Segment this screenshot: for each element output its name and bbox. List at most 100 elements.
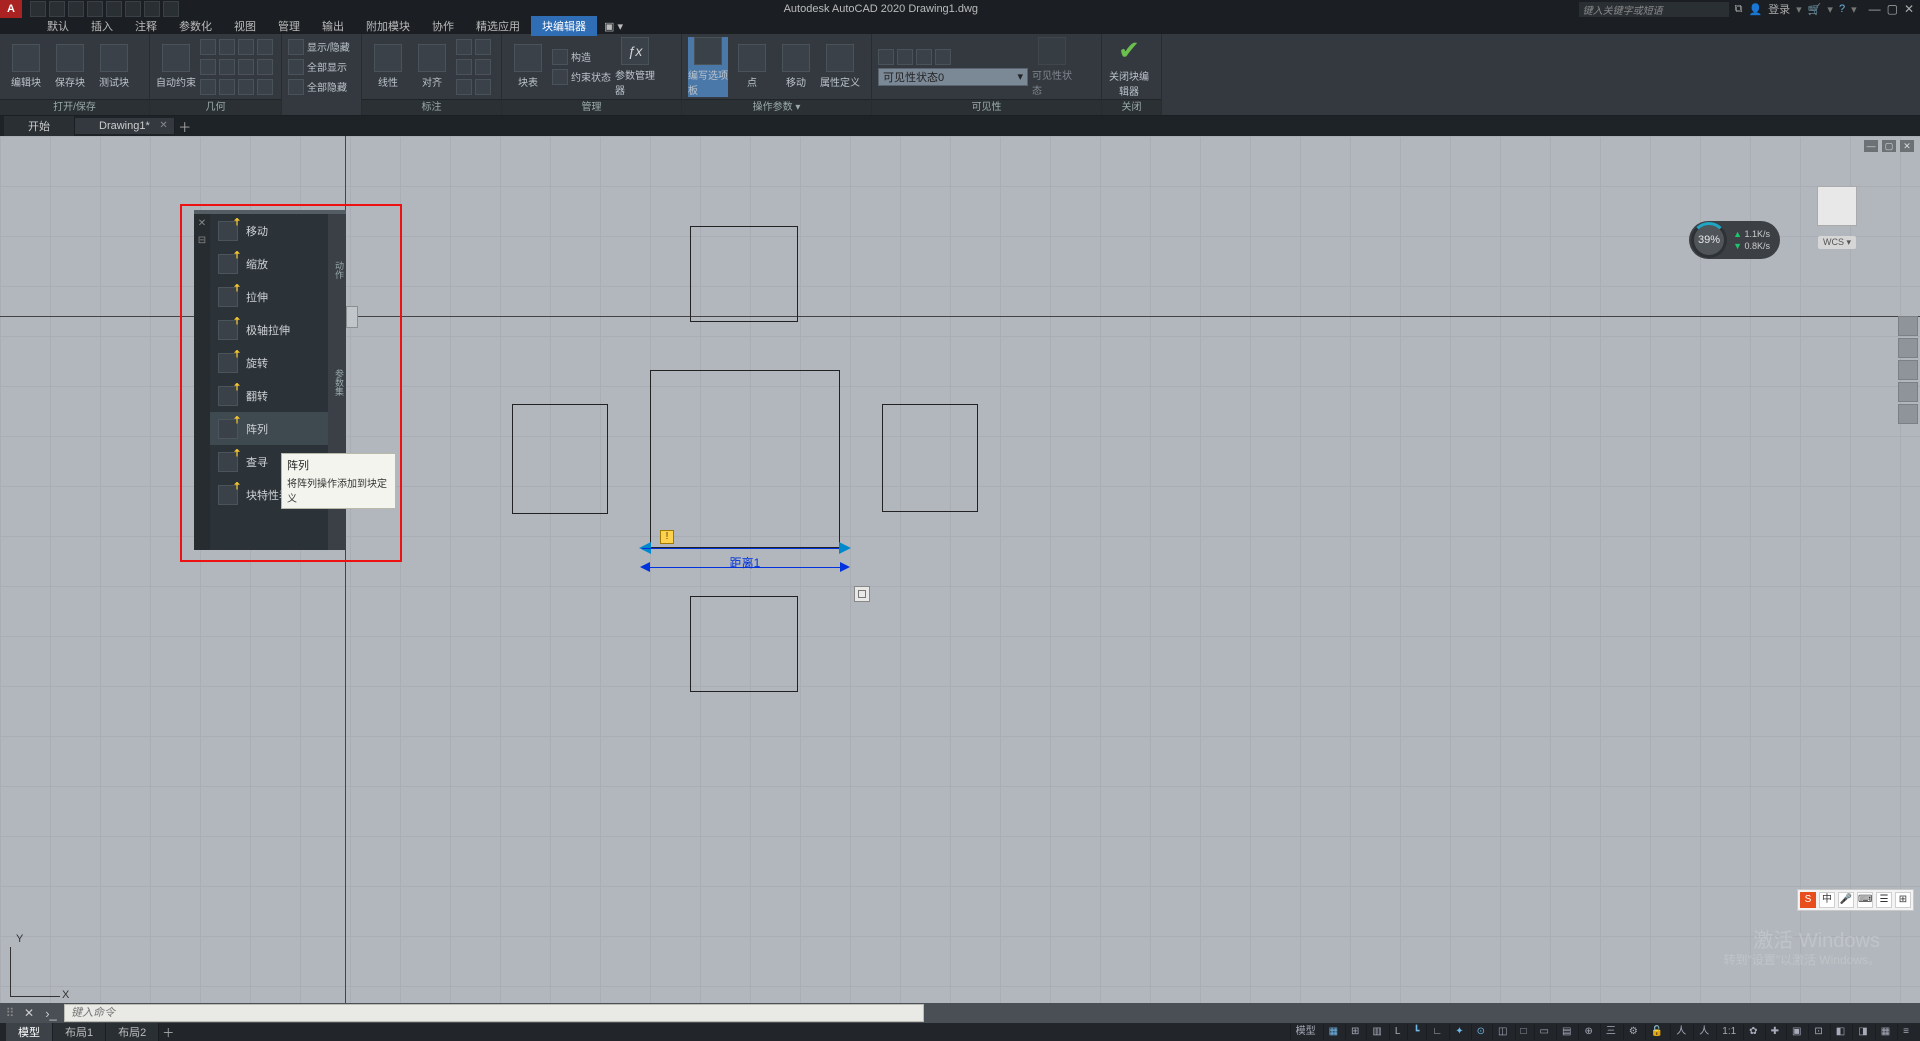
sb-scale[interactable]: 1:1 [1716, 1024, 1741, 1040]
palette-item-array[interactable]: 阵列 [210, 412, 328, 445]
sb-custom-icon[interactable]: ≡ [1897, 1024, 1914, 1040]
tab-express[interactable]: 精选应用 [465, 16, 531, 36]
vp-close-icon[interactable]: ✕ [1900, 140, 1914, 152]
tab-block-editor[interactable]: 块编辑器 [531, 16, 597, 36]
add-layout-icon[interactable]: ＋ [159, 1024, 177, 1041]
qat-plot-icon[interactable] [106, 1, 122, 17]
hide-all-button[interactable]: 全部隐藏 [288, 78, 350, 96]
dimension-text[interactable]: 距离1 [730, 554, 761, 571]
dim-f-icon[interactable] [475, 79, 491, 95]
tab-annotate[interactable]: 注释 [124, 16, 168, 36]
vis-a-icon[interactable] [878, 49, 894, 65]
constraint-icon[interactable] [200, 59, 216, 75]
aligned-dim-button[interactable]: 对齐 [412, 37, 452, 97]
constraint-icon[interactable] [200, 79, 216, 95]
tab-output[interactable]: 输出 [311, 16, 355, 36]
sb-anno-icon[interactable]: 人 [1670, 1024, 1691, 1040]
sb-infer-icon[interactable]: ▥ [1366, 1024, 1386, 1040]
tab-addins[interactable]: 附加模块 [355, 16, 421, 36]
tab-parametric[interactable]: 参数化 [168, 16, 223, 36]
ime-logo-icon[interactable]: S [1800, 892, 1816, 908]
wcs-dropdown[interactable]: WCS ▾ [1818, 236, 1856, 249]
tab-manage[interactable]: 管理 [267, 16, 311, 36]
construct-button[interactable]: 构造 [552, 48, 611, 66]
palette-expand-grip[interactable] [346, 306, 358, 328]
tab-default[interactable]: 默认 [36, 16, 80, 36]
constraint-icon[interactable] [257, 79, 273, 95]
vis-d-icon[interactable] [935, 49, 951, 65]
viewcube-face[interactable] [1817, 186, 1857, 226]
vis-c-icon[interactable] [916, 49, 932, 65]
cmdline-close-icon[interactable]: ✕ [20, 1006, 38, 1020]
palette-close-icon[interactable]: ✕ [198, 218, 206, 229]
sb-lwt-icon[interactable]: ◫ [1492, 1024, 1512, 1040]
linear-dimension[interactable]: 距离1 [642, 536, 848, 576]
constraint-icon[interactable] [238, 79, 254, 95]
sb-ortho-icon[interactable]: L [1389, 1024, 1406, 1040]
sb-ws-icon[interactable]: ✿ [1743, 1024, 1762, 1040]
nav-orbit-icon[interactable] [1898, 382, 1918, 402]
sb-otrack-icon[interactable]: ✦ [1449, 1024, 1468, 1040]
sb-a-icon[interactable]: ▣ [1786, 1024, 1806, 1040]
sb-sel-icon[interactable]: ▭ [1534, 1024, 1554, 1040]
minimize-icon[interactable]: — [1869, 2, 1881, 16]
tab-view[interactable]: 视图 [223, 16, 267, 36]
fx-button[interactable]: ƒx参数管理器 [615, 37, 655, 97]
qat-new-icon[interactable] [30, 1, 46, 17]
constraint-icon[interactable] [238, 39, 254, 55]
palette-item-scale[interactable]: 缩放 [210, 247, 328, 280]
palette-title-strip[interactable]: ✕ ⊟ [194, 214, 210, 550]
user-icon[interactable]: 👤 [1748, 3, 1762, 16]
sb-menu-icon[interactable]: ⚙ [1623, 1024, 1643, 1040]
visibility-state-dropdown[interactable]: 可见性状态0▾ [878, 68, 1028, 86]
constraint-state-button[interactable]: 约束状态 [552, 68, 611, 86]
sb-d-icon[interactable]: ◨ [1852, 1024, 1872, 1040]
sb-osnap-icon[interactable]: ⊙ [1471, 1024, 1490, 1040]
qat-share-icon[interactable] [163, 1, 179, 17]
panel-visibility-label[interactable]: 可见性 [872, 99, 1101, 115]
nav-wheel-icon[interactable] [1898, 316, 1918, 336]
linear-dim-button[interactable]: 线性 [368, 37, 408, 97]
sb-anno2-icon[interactable]: 人 [1693, 1024, 1714, 1040]
edit-block-button[interactable]: 编辑块 [6, 37, 46, 97]
sb-iso-icon[interactable]: ∟ [1426, 1024, 1447, 1040]
sb-snap-icon[interactable]: ⊞ [1345, 1024, 1364, 1040]
viewcube[interactable]: WCS ▾ [1782, 156, 1892, 306]
vis-b-icon[interactable] [897, 49, 913, 65]
dim-d-icon[interactable] [475, 59, 491, 75]
file-tab-start[interactable]: 开始 [4, 116, 75, 136]
drawing-rect[interactable] [690, 226, 798, 322]
nav-pan-icon[interactable] [1898, 338, 1918, 358]
dim-a-icon[interactable] [456, 39, 472, 55]
sb-plus-icon[interactable]: ✚ [1765, 1024, 1784, 1040]
qat-saveas-icon[interactable] [87, 1, 103, 17]
panel-action-params-label[interactable]: 操作参数 ▾ [682, 99, 871, 115]
cmdline-grip-icon[interactable]: ⠿ [0, 1006, 20, 1020]
dim-c-icon[interactable] [456, 59, 472, 75]
help-icon[interactable]: ? [1839, 3, 1845, 15]
ime-toolbar[interactable]: S 中 🎤 ⌨ ☰ ⊞ [1797, 889, 1914, 911]
palette-item-polar-stretch[interactable]: 极轴拉伸 [210, 313, 328, 346]
constraint-icon[interactable] [257, 59, 273, 75]
ime-grid-icon[interactable]: ⊞ [1895, 892, 1911, 908]
network-speed-widget[interactable]: 39% 1.1K/s 0.8K/s [1689, 221, 1780, 259]
sb-transp-icon[interactable]: □ [1515, 1024, 1532, 1040]
app-logo[interactable]: A [0, 0, 22, 18]
palette-item-rotate[interactable]: 旋转 [210, 346, 328, 379]
layout-tab-2[interactable]: 布局2 [106, 1023, 159, 1041]
infocenter-search[interactable]: 键入关键字或短语 [1579, 2, 1729, 17]
command-line[interactable]: ⠿ ✕ ›_ [0, 1003, 1920, 1023]
ime-menu-icon[interactable]: ☰ [1876, 892, 1892, 908]
sb-b-icon[interactable]: ⊡ [1808, 1024, 1827, 1040]
dim-b-icon[interactable] [475, 39, 491, 55]
constraint-icon[interactable] [219, 39, 235, 55]
panel-open-save-label[interactable]: 打开/保存 [0, 99, 149, 115]
cmdline-history-icon[interactable]: ›_ [38, 1006, 64, 1021]
panel-dimension-label[interactable]: 标注 [362, 99, 501, 115]
attdef-button[interactable]: 属性定义 [820, 37, 860, 97]
save-block-button[interactable]: 保存块 [50, 37, 90, 97]
palette-item-flip[interactable]: 翻转 [210, 379, 328, 412]
grip-arrow-right-icon[interactable] [839, 542, 851, 554]
qat-redo-icon[interactable] [144, 1, 160, 17]
drawing-rect[interactable] [512, 404, 608, 514]
